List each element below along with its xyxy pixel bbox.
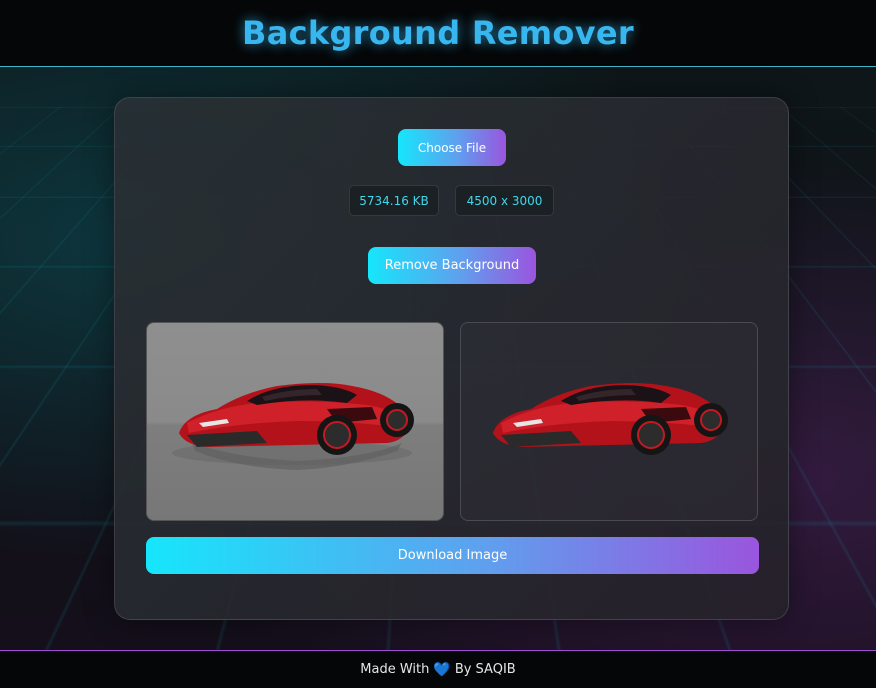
download-image-button[interactable]: Download Image — [146, 537, 759, 574]
choose-file-button[interactable]: Choose File — [398, 129, 506, 166]
heart-icon: 💙 — [433, 661, 451, 678]
car-image — [172, 383, 414, 470]
header: Background Remover — [0, 0, 876, 67]
remove-background-button[interactable]: Remove Background — [368, 247, 536, 284]
page-title: Background Remover — [242, 14, 634, 52]
original-image-preview — [146, 322, 444, 521]
footer-author: By SAQIB — [454, 662, 516, 677]
footer: Made With 💙 By SAQIB — [0, 650, 876, 688]
file-size-badge: 5734.16 KB — [349, 185, 439, 216]
footer-prefix: Made With — [360, 662, 430, 677]
car-image — [493, 383, 728, 455]
result-image-preview — [460, 322, 758, 521]
image-dimensions-badge: 4500 x 3000 — [455, 185, 554, 216]
main-card: Choose File 5734.16 KB 4500 x 3000 Remov… — [114, 97, 789, 620]
